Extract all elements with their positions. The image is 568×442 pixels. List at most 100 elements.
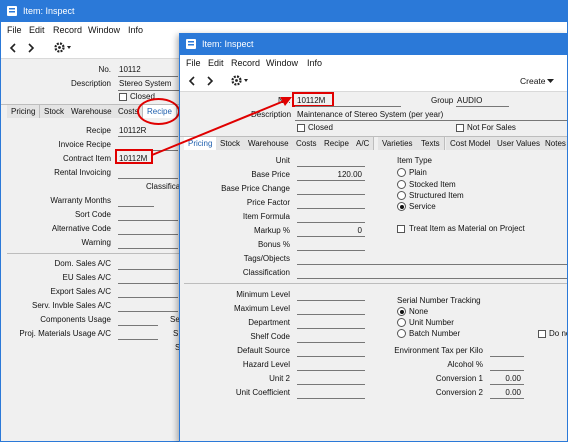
front-tab-stock[interactable]: Stock [216,137,246,150]
back-menu-edit[interactable]: Edit [29,25,45,35]
serial-tracking-label: Serial Number Tracking [397,296,481,305]
back-eu-sales-label: EU Sales A/C [62,273,111,282]
front-menu-edit[interactable]: Edit [208,58,224,68]
back-warranty-months-label: Warranty Months [50,196,111,205]
conversion2-value[interactable]: 0.00 [505,388,521,397]
back-tab-pricing[interactable]: Pricing [7,105,41,118]
item-type-plain-radio[interactable] [397,168,406,177]
item-type-label: Item Type [397,156,432,165]
front-tab-costs[interactable]: Costs [292,137,322,150]
back-proj-materials-label: Proj. Materials Usage A/C [19,329,111,338]
back-contract-item-label: Contract Item [62,154,111,163]
item-formula-label: Item Formula [242,212,290,221]
back-export-sales-label: Export Sales A/C [50,287,111,296]
not-for-sales-checkbox[interactable] [456,124,464,132]
serial-unit-number-radio[interactable] [397,318,406,327]
classification-label: Classification [242,268,290,277]
front-tab-texts[interactable]: Texts [417,137,445,150]
unit-label: Unit [275,156,290,165]
back-invoice-recipe-label: Invoice Recipe [58,140,111,149]
front-closed-checkbox[interactable] [297,124,305,132]
front-tab-cost-model[interactable]: Cost Model [446,137,496,150]
serial-batch-number-label: Batch Number [409,329,461,338]
hazard-level-label: Hazard Level [242,360,290,369]
front-description-label: Description [251,110,292,119]
item-type-structured-radio[interactable] [397,191,406,200]
front-window-title: Item: Inspect [202,39,254,49]
back-no-value[interactable]: 10112 [119,65,141,74]
front-menu-record[interactable]: Record [231,58,260,68]
back-window-title: Item: Inspect [23,6,75,16]
base-price-change-label: Base Price Change [221,184,290,193]
back-rental-invoicing-label: Rental Invoicing [54,168,111,177]
unit-field[interactable] [297,166,365,167]
tags-label: Tags/Objects [243,254,290,263]
env-tax-label: Environment Tax per Kilo [394,346,483,355]
front-next-icon[interactable] [206,76,214,86]
treat-item-label: Treat Item as Material on Project [409,224,525,233]
back-menu-window[interactable]: Window [88,25,120,35]
base-price-value[interactable]: 120.00 [338,170,362,179]
back-menu-file[interactable]: File [7,25,22,35]
item-type-structured-label: Structured Item [409,191,464,200]
front-prev-icon[interactable] [188,76,196,86]
serial-batch-number-radio[interactable] [397,329,406,338]
do-not-checkbox[interactable] [538,330,546,338]
conversion1-label: Conversion 1 [435,374,483,383]
front-tab-notes[interactable]: Notes [541,137,567,150]
unit-coefficient-label: Unit Coefficient [235,388,290,397]
back-no-label: No. [98,65,111,74]
front-tab-recipe[interactable]: Recipe [320,137,354,150]
back-description-label: Description [70,79,111,88]
front-description-value[interactable]: Maintenance of Stereo System (per year) [297,110,443,119]
back-menu-record[interactable]: Record [53,25,82,35]
back-components-usage-label: Components Usage [40,315,111,324]
item-type-service-radio[interactable] [397,202,406,211]
front-menu-window[interactable]: Window [266,58,298,68]
app-icon [186,39,196,49]
back-alternative-code-label: Alternative Code [51,224,111,233]
markup-label: Markup % [253,226,290,235]
markup-value[interactable]: 0 [358,226,362,235]
bonus-label: Bonus % [257,240,290,249]
conversion2-label: Conversion 2 [435,388,483,397]
shelf-code-label: Shelf Code [250,332,290,341]
back-gear-icon[interactable] [53,41,73,54]
do-not-label: Do no [549,329,567,338]
item-type-service-label: Service [409,202,436,211]
serial-unit-number-label: Unit Number [409,318,454,327]
serial-none-radio[interactable] [397,307,406,316]
conversion1-value[interactable]: 0.00 [505,374,521,383]
front-tab-pricing[interactable]: Pricing [184,137,218,150]
treat-item-checkbox[interactable] [397,225,405,233]
back-menu-info[interactable]: Info [128,25,143,35]
front-group-value[interactable]: AUDIO [457,96,482,105]
app-icon [7,6,17,16]
front-menu-info[interactable]: Info [307,58,322,68]
back-tab-stock[interactable]: Stock [40,105,70,118]
front-tab-warehouse[interactable]: Warehouse [244,137,294,150]
back-tab-warehouse[interactable]: Warehouse [67,105,117,118]
front-tab-varieties[interactable]: Varieties [378,137,418,150]
front-tab-user-values[interactable]: User Values [493,137,545,150]
back-serv-invble-label: Serv. Invble Sales A/C [32,301,111,310]
back-next-icon[interactable] [27,43,35,53]
front-menu-file[interactable]: File [186,58,201,68]
create-dropdown-icon[interactable] [547,79,554,84]
back-closed-checkbox[interactable] [119,93,127,101]
back-prev-icon[interactable] [9,43,17,53]
back-dom-sales-label: Dom. Sales A/C [54,259,111,268]
front-gear-icon[interactable] [230,74,250,87]
back-recipe-value[interactable]: 10112R [119,126,146,135]
create-button[interactable]: Create [520,76,546,86]
front-tab-ac[interactable]: A/C [352,137,375,150]
price-factor-label: Price Factor [246,198,290,207]
back-description-value[interactable]: Stereo System [119,79,171,88]
front-toolbar: Create [180,71,567,92]
back-window-titlebar[interactable]: Item: Inspect [1,1,567,22]
unit2-label: Unit 2 [269,374,290,383]
front-window-titlebar[interactable]: Item: Inspect [180,34,567,55]
maximum-level-label: Maximum Level [233,304,290,313]
item-type-stocked-radio[interactable] [397,180,406,189]
base-price-label: Base Price [251,170,290,179]
